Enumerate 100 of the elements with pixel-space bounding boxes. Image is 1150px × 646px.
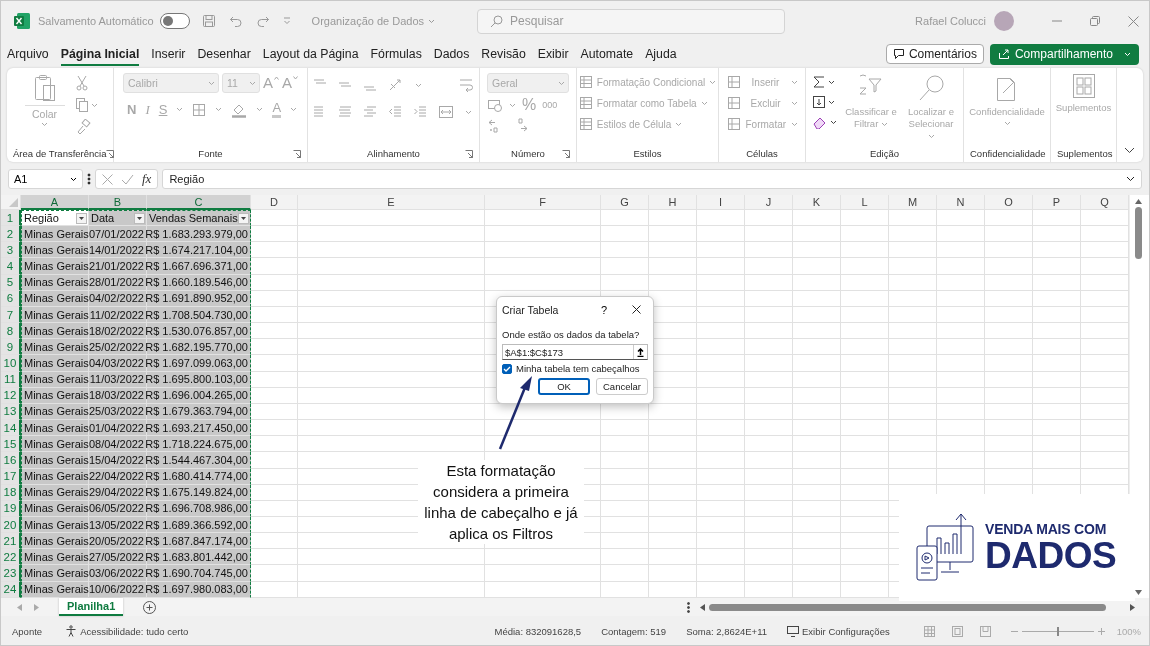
- autosave-toggle[interactable]: [159, 13, 190, 29]
- header-cell[interactable]: Data: [89, 210, 147, 227]
- scroll-up-icon[interactable]: [1135, 199, 1142, 204]
- column-header[interactable]: N: [937, 195, 985, 210]
- page-layout-icon[interactable]: [951, 625, 963, 637]
- expand-icon[interactable]: [1126, 176, 1135, 182]
- filter-button[interactable]: [76, 212, 87, 224]
- row-header[interactable]: 3: [1, 242, 21, 259]
- previous-sheet-icon[interactable]: [17, 603, 22, 611]
- horizontal-scrollbar[interactable]: [700, 603, 1135, 611]
- ribbon-tab[interactable]: Exibir: [537, 42, 569, 66]
- next-sheet-icon[interactable]: [34, 603, 39, 611]
- ok-button[interactable]: OK: [538, 378, 590, 395]
- customize-caret-icon[interactable]: [282, 17, 291, 25]
- formula-field[interactable]: Região: [162, 169, 1142, 189]
- column-header[interactable]: E: [298, 195, 485, 210]
- collapse-dialog-button[interactable]: [633, 345, 647, 359]
- caret-icon: [709, 79, 717, 85]
- sheet-tab[interactable]: Planilha1: [59, 598, 124, 616]
- column-header[interactable]: J: [745, 195, 793, 210]
- caret-icon[interactable]: [828, 99, 835, 105]
- column-header[interactable]: F: [485, 195, 601, 210]
- ribbon-tab[interactable]: Ajuda: [645, 42, 677, 66]
- column-header[interactable]: Q: [1081, 195, 1129, 210]
- comments-button[interactable]: Comentários: [885, 43, 984, 64]
- undo-icon[interactable]: [228, 14, 243, 28]
- close-icon[interactable]: [632, 305, 641, 314]
- ribbon-tab[interactable]: Layout da Página: [262, 42, 359, 66]
- help-button[interactable]: ?: [600, 303, 607, 316]
- row-header[interactable]: 23: [1, 565, 21, 582]
- autosum-icon[interactable]: [812, 75, 826, 89]
- range-field[interactable]: $A$1:$C$173: [502, 344, 648, 360]
- ribbon-tab[interactable]: Inserir: [151, 42, 186, 66]
- column-header[interactable]: C: [147, 195, 251, 210]
- more-options-icon[interactable]: [87, 173, 91, 185]
- share-button[interactable]: Compartilhamento: [989, 43, 1139, 65]
- ribbon-tab[interactable]: Página Inicial: [60, 42, 140, 66]
- row-header[interactable]: 8: [1, 323, 21, 340]
- header-cell[interactable]: Região: [21, 210, 89, 227]
- row-header[interactable]: 1: [1, 210, 21, 227]
- ribbon-tab[interactable]: Dados: [433, 42, 470, 66]
- redo-icon[interactable]: [255, 14, 270, 28]
- page-break-icon[interactable]: [979, 625, 991, 637]
- column-header[interactable]: I: [697, 195, 745, 210]
- column-header[interactable]: K: [793, 195, 841, 210]
- cancel-button[interactable]: Cancelar: [596, 378, 648, 395]
- headers-checkbox-label[interactable]: Minha tabela tem cabeçalhos: [516, 363, 640, 374]
- column-header[interactable]: O: [985, 195, 1033, 210]
- ribbon-tab[interactable]: Automate: [580, 42, 634, 66]
- column-header[interactable]: L: [841, 195, 889, 210]
- row-header[interactable]: 16: [1, 452, 21, 469]
- save-icon[interactable]: [201, 14, 216, 28]
- avatar[interactable]: [994, 11, 1014, 31]
- collapse-ribbon-icon[interactable]: [1124, 147, 1135, 154]
- row-header[interactable]: 10: [1, 355, 21, 372]
- add-sheet-icon[interactable]: [143, 600, 157, 614]
- column-header[interactable]: H: [649, 195, 697, 210]
- select-all-icon[interactable]: [9, 198, 18, 207]
- caret-icon[interactable]: [830, 119, 837, 125]
- display-settings-button[interactable]: Exibir Configurações: [787, 625, 890, 637]
- caret-icon[interactable]: [828, 79, 835, 85]
- ribbon-tab[interactable]: Fórmulas: [370, 42, 422, 66]
- row-header[interactable]: 21: [1, 533, 21, 550]
- row-header[interactable]: 22: [1, 549, 21, 566]
- zoom-thumb[interactable]: [1056, 626, 1059, 636]
- document-title[interactable]: Organização de Dados: [311, 15, 436, 27]
- scrollbar-thumb[interactable]: [1135, 207, 1142, 259]
- search-field[interactable]: Pesquisar: [477, 8, 786, 34]
- name-box[interactable]: A1: [8, 169, 83, 189]
- empty-cell: [841, 355, 889, 372]
- check-icon[interactable]: [121, 173, 134, 185]
- fill-down-icon[interactable]: [812, 95, 826, 109]
- column-header[interactable]: P: [1033, 195, 1081, 210]
- insert-function-button[interactable]: fx: [142, 171, 152, 187]
- zoom-in-icon[interactable]: [1097, 627, 1105, 635]
- header-cell[interactable]: Vendas Semanais: [147, 210, 251, 227]
- row-header[interactable]: 2: [1, 226, 21, 243]
- spreadsheet-app-icon[interactable]: [13, 12, 31, 30]
- ribbon-tab[interactable]: Arquivo: [7, 42, 49, 66]
- scroll-down-icon[interactable]: [1135, 590, 1142, 595]
- row-header[interactable]: 4: [1, 258, 21, 275]
- filter-button[interactable]: [134, 212, 145, 224]
- column-header[interactable]: G: [601, 195, 649, 210]
- column-header[interactable]: D: [251, 195, 298, 210]
- more-options-icon[interactable]: [687, 601, 690, 613]
- headers-checkbox[interactable]: [502, 363, 512, 374]
- column-header[interactable]: M: [889, 195, 937, 210]
- ribbon-tab[interactable]: Revisão: [481, 42, 526, 66]
- column-header[interactable]: A: [21, 195, 89, 210]
- eraser-icon[interactable]: [812, 115, 828, 129]
- row-header[interactable]: 9: [1, 339, 21, 356]
- cancel-icon[interactable]: [102, 173, 113, 185]
- row-header[interactable]: 15: [1, 436, 21, 453]
- filter-button[interactable]: [238, 212, 249, 224]
- restore-icon[interactable]: [1090, 16, 1100, 26]
- ribbon-tab[interactable]: Desenhar: [197, 42, 251, 66]
- row-header[interactable]: 14: [1, 420, 21, 437]
- column-header[interactable]: B: [89, 195, 147, 210]
- normal-view-icon[interactable]: [923, 625, 935, 637]
- accessibility-button[interactable]: Acessibilidade: tudo certo: [65, 625, 189, 637]
